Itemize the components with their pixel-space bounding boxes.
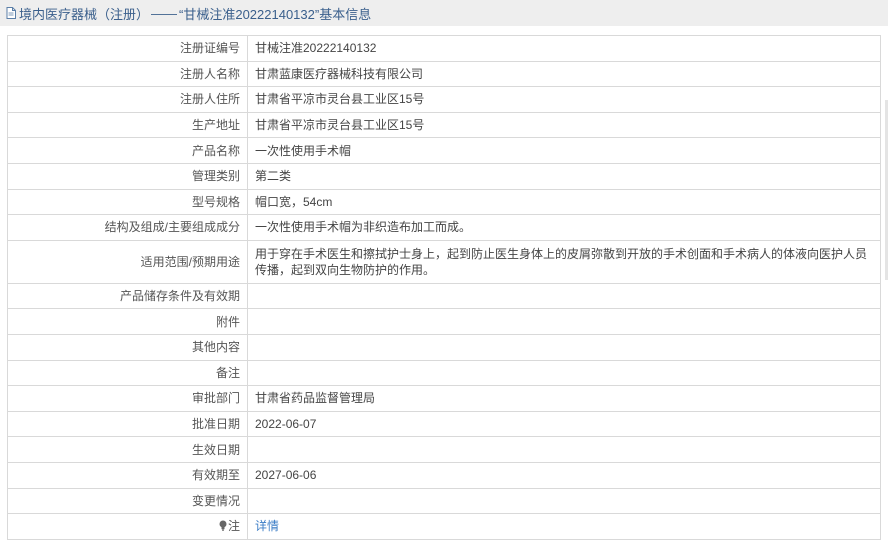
table-row: 注册证编号 甘械注准20222140132 (7, 35, 881, 62)
field-label: 适用范围/预期用途 (7, 239, 248, 284)
table-row: 附件 (7, 308, 881, 335)
field-label: 备注 (7, 359, 248, 387)
table-row: 有效期至 2027-06-06 (7, 461, 881, 489)
table-row: 结构及组成/主要组成成分 一次性使用手术帽为非织造布加工而成。 (7, 214, 881, 241)
table-row: 产品储存条件及有效期 (7, 282, 881, 310)
field-value (247, 282, 881, 310)
page-title-bar: 境内医疗器械（注册） —— “甘械注准20222140132”基本信息 (0, 0, 888, 26)
table-row: 批准日期 2022-06-07 (7, 410, 881, 438)
table-row: 适用范围/预期用途 用于穿在手术医生和擦拭护士身上，起到防止医生身体上的皮屑弥散… (7, 239, 881, 284)
table-row: 审批部门 甘肃省药品监督管理局 (7, 385, 881, 412)
field-value: 一次性使用手术帽 (247, 137, 881, 164)
field-label: 注册证编号 (7, 35, 248, 62)
field-value: 甘肃省平凉市灵台县工业区15号 (247, 86, 881, 113)
table-row: 其他内容 (7, 333, 881, 361)
title-category: 境内医疗器械（注册） (19, 6, 150, 22)
field-value (247, 308, 881, 335)
table-row: 生效日期 (7, 436, 881, 463)
field-value: 2022-06-07 (247, 410, 881, 438)
note-label-text: 注 (227, 518, 240, 533)
field-label: 附件 (7, 308, 248, 335)
field-label: 其他内容 (7, 333, 248, 361)
title-record: “甘械注准20222140132”基本信息 (179, 6, 372, 22)
field-label: 注册人名称 (7, 60, 248, 88)
details-link[interactable]: 详情 (255, 519, 279, 533)
table-row: 管理类别 第二类 (7, 162, 881, 190)
table-row: 注册人住所 甘肃省平凉市灵台县工业区15号 (7, 86, 881, 113)
field-label: 有效期至 (7, 461, 248, 489)
field-label: 型号规格 (7, 188, 248, 216)
field-value: 甘械注准20222140132 (247, 35, 881, 62)
note-label-cell: 注 (7, 513, 248, 540)
table-row: 注册人名称 甘肃蓝康医疗器械科技有限公司 (7, 60, 881, 88)
field-value: 甘肃蓝康医疗器械科技有限公司 (247, 60, 881, 88)
field-label: 审批部门 (7, 385, 248, 412)
field-label: 批准日期 (7, 410, 248, 438)
field-value: 第二类 (247, 162, 881, 190)
field-value (247, 487, 881, 515)
note-value-cell: 详情 (247, 513, 881, 540)
field-label: 生效日期 (7, 436, 248, 463)
field-label: 产品名称 (7, 137, 248, 164)
field-label: 管理类别 (7, 162, 248, 190)
title-separator: —— (151, 5, 178, 21)
table-row: 生产地址 甘肃省平凉市灵台县工业区15号 (7, 111, 881, 139)
table-row: 变更情况 (7, 487, 881, 515)
field-value: 一次性使用手术帽为非织造布加工而成。 (247, 214, 881, 241)
field-value: 帽口宽，54cm (247, 188, 881, 216)
field-label: 变更情况 (7, 487, 248, 515)
field-value (247, 333, 881, 361)
table-row: 备注 (7, 359, 881, 387)
table-row-note: 注 详情 (7, 513, 881, 540)
document-icon (6, 7, 16, 19)
registration-detail-table: 注册证编号 甘械注准20222140132 注册人名称 甘肃蓝康医疗器械科技有限… (7, 35, 881, 540)
field-value: 用于穿在手术医生和擦拭护士身上，起到防止医生身体上的皮屑弥散到开放的手术创面和手… (247, 239, 881, 284)
field-value: 甘肃省平凉市灵台县工业区15号 (247, 111, 881, 139)
field-value (247, 359, 881, 387)
field-label: 注册人住所 (7, 86, 248, 113)
lightbulb-icon (219, 520, 227, 531)
field-value: 2027-06-06 (247, 461, 881, 489)
field-label: 生产地址 (7, 111, 248, 139)
table-row: 产品名称 一次性使用手术帽 (7, 137, 881, 164)
table-row: 型号规格 帽口宽，54cm (7, 188, 881, 216)
field-label: 产品储存条件及有效期 (7, 282, 248, 310)
field-label: 结构及组成/主要组成成分 (7, 214, 248, 241)
field-value: 甘肃省药品监督管理局 (247, 385, 881, 412)
note-label: 注 (219, 518, 240, 534)
field-value (247, 436, 881, 463)
